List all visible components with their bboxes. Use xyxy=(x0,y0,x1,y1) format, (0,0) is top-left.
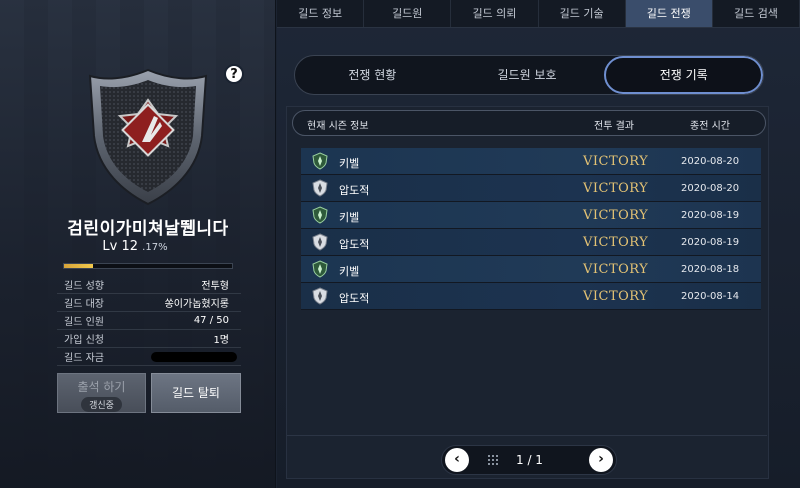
info-key: 가입 신청 xyxy=(64,335,104,346)
info-row-tendency: 길드 성향 전투형 xyxy=(57,276,241,294)
battle-result: VICTORY xyxy=(583,181,649,196)
info-row-leader: 길드 대장 쏭이가놉혔지롱 xyxy=(57,294,241,312)
green-crest-icon xyxy=(312,206,328,224)
end-date: 2020-08-18 xyxy=(681,264,740,275)
battle-result: VICTORY xyxy=(583,235,649,250)
list-item[interactable]: 압도적 VICTORY 2020-08-19 xyxy=(301,229,761,256)
opponent-name: 압도적 xyxy=(339,292,370,305)
opponent-name: 키벨 xyxy=(339,157,360,170)
header-season: 현재 시즌 정보 xyxy=(307,121,369,132)
list-header: 현재 시즌 정보 전투 결과 종전 시간 xyxy=(292,110,766,136)
info-value: 1명 xyxy=(213,335,229,346)
next-page-button[interactable]: › xyxy=(589,448,613,472)
level-progress-fill xyxy=(64,264,93,268)
info-key: 길드 자금 xyxy=(64,353,104,364)
checkin-button[interactable]: 출석 하기 갱신중 xyxy=(57,373,146,413)
help-icon[interactable]: ? xyxy=(224,64,244,84)
guild-info-panel: ? 검린이가미쳐날뛥니다 Lv 12 .17% 길드 성향 전투형 길드 대장 … xyxy=(0,0,276,488)
level-label: Lv 12 xyxy=(102,239,139,254)
battle-result: VICTORY xyxy=(583,289,649,304)
subtab-war-record[interactable]: 전쟁 기록 xyxy=(604,56,763,94)
list-item[interactable]: 압도적 VICTORY 2020-08-14 xyxy=(301,283,761,310)
header-result: 전투 결과 xyxy=(594,121,634,132)
divider xyxy=(287,435,767,436)
info-row-funds: 길드 자금 xyxy=(57,348,241,366)
battle-result: VICTORY xyxy=(583,154,649,169)
opponent-name: 압도적 xyxy=(339,184,370,197)
tab-search[interactable]: 길드 검색 xyxy=(713,0,800,27)
guild-war-panel: 길드 정보 길드원 길드 의뢰 길드 기술 길드 전쟁 길드 검색 전쟁 현황 … xyxy=(277,0,800,488)
prev-page-button[interactable]: ‹ xyxy=(445,448,469,472)
grey-crest-icon xyxy=(312,179,328,197)
tab-members[interactable]: 길드원 xyxy=(364,0,452,27)
info-key: 길드 성향 xyxy=(64,281,104,292)
leave-guild-button[interactable]: 길드 탈퇴 xyxy=(151,373,241,413)
green-crest-icon xyxy=(312,152,328,170)
checkin-status-badge: 갱신중 xyxy=(81,397,122,412)
info-row-members: 길드 인원 47 / 50 xyxy=(57,312,241,330)
subtab-member-protection[interactable]: 길드원 보호 xyxy=(450,56,605,94)
level-progress-bar xyxy=(63,263,233,269)
tab-guild-war[interactable]: 길드 전쟁 xyxy=(625,0,713,27)
list-item[interactable]: 키벨 VICTORY 2020-08-19 xyxy=(301,202,761,229)
green-crest-icon xyxy=(312,260,328,278)
info-value: 전투형 xyxy=(201,281,229,292)
grid-icon xyxy=(488,455,498,465)
guild-emblem xyxy=(88,68,208,206)
opponent-name: 키벨 xyxy=(339,265,360,278)
info-key: 길드 인원 xyxy=(64,317,104,328)
end-date: 2020-08-20 xyxy=(681,183,740,194)
end-date: 2020-08-19 xyxy=(681,237,740,248)
header-time: 종전 시간 xyxy=(690,121,730,132)
pagination: ‹ 1 / 1 › xyxy=(441,445,617,475)
list-item[interactable]: 압도적 VICTORY 2020-08-20 xyxy=(301,175,761,202)
opponent-name: 키벨 xyxy=(339,211,360,224)
info-value: 쏭이가놉혔지롱 xyxy=(164,299,229,310)
info-key: 길드 대장 xyxy=(64,299,104,310)
war-subtabs: 전쟁 현황 길드원 보호 전쟁 기록 xyxy=(294,55,764,95)
guild-level: Lv 12 .17% xyxy=(0,239,270,254)
end-date: 2020-08-20 xyxy=(681,156,740,167)
battle-result: VICTORY xyxy=(583,208,649,223)
redacted-funds xyxy=(151,351,237,362)
war-record-rows: 키벨 VICTORY 2020-08-20 압도적 VICTORY 2020-08-20 키… xyxy=(301,148,761,310)
end-date: 2020-08-14 xyxy=(681,291,740,302)
tab-guild-info[interactable]: 길드 정보 xyxy=(277,0,365,27)
guild-info-table: 길드 성향 전투형 길드 대장 쏭이가놉혔지롱 길드 인원 47 / 50 가입… xyxy=(57,276,241,366)
opponent-name: 압도적 xyxy=(339,238,370,251)
tab-skills[interactable]: 길드 기술 xyxy=(539,0,626,27)
war-record-list: 현재 시즌 정보 전투 결과 종전 시간 키벨 VICTORY 2020-08-20… xyxy=(286,106,769,479)
list-item[interactable]: 키벨 VICTORY 2020-08-18 xyxy=(301,256,761,283)
grey-crest-icon xyxy=(312,287,328,305)
info-value: 47 / 50 xyxy=(193,315,229,326)
list-item[interactable]: 키벨 VICTORY 2020-08-20 xyxy=(301,148,761,175)
grey-crest-icon xyxy=(312,233,328,251)
battle-result: VICTORY xyxy=(583,262,649,277)
guild-name: 검린이가미쳐날뛥니다 xyxy=(67,219,229,239)
tab-requests[interactable]: 길드 의뢰 xyxy=(451,0,539,27)
checkin-label: 출석 하기 xyxy=(77,380,126,394)
subtab-war-status[interactable]: 전쟁 현황 xyxy=(295,56,450,94)
end-date: 2020-08-19 xyxy=(681,210,740,221)
info-row-applications: 가입 신청 1명 xyxy=(57,330,241,348)
level-percent: .17% xyxy=(142,242,168,253)
page-indicator: 1 / 1 xyxy=(516,453,543,467)
main-tabs: 길드 정보 길드원 길드 의뢰 길드 기술 길드 전쟁 길드 검색 xyxy=(277,0,800,28)
